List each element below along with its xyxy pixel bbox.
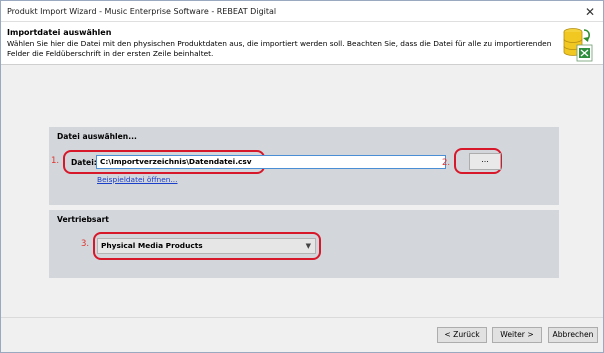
step-2-label: 2. — [442, 158, 451, 168]
wizard-content: Datei auswählen... 1. Datei: C:\Importve… — [1, 65, 603, 316]
wizard-window: Produkt Import Wizard - Music Enterprise… — [0, 0, 604, 353]
wizard-header: Importdatei auswählen Wählen Sie hier di… — [1, 21, 603, 65]
sales-type-select[interactable]: Physical Media Products ▼ — [97, 238, 316, 254]
next-button[interactable]: Weiter > — [492, 327, 542, 343]
file-label: Datei: — [71, 158, 97, 167]
sales-type-value: Physical Media Products — [101, 241, 203, 250]
database-file-icon — [563, 28, 593, 62]
cancel-button[interactable]: Abbrechen — [548, 327, 598, 343]
sales-section: Vertriebsart 3. Physical Media Products … — [49, 210, 559, 278]
sales-section-title: Vertriebsart — [57, 215, 109, 224]
chevron-down-icon: ▼ — [305, 242, 311, 250]
title-bar: Produkt Import Wizard - Music Enterprise… — [1, 1, 603, 21]
file-section-title: Datei auswählen... — [57, 132, 137, 141]
back-button[interactable]: < Zurück — [437, 327, 487, 343]
file-path-input[interactable]: C:\Importverzeichnis\Datendatei.csv — [96, 155, 446, 169]
file-section: Datei auswählen... 1. Datei: C:\Importve… — [49, 127, 559, 205]
window-title: Produkt Import Wizard - Music Enterprise… — [7, 7, 277, 16]
close-button[interactable]: ✕ — [583, 5, 597, 19]
step-3-label: 3. — [81, 239, 90, 249]
step-1-label: 1. — [51, 156, 60, 166]
browse-button[interactable]: ... — [469, 153, 501, 170]
wizard-footer: < Zurück Weiter > Abbrechen — [1, 318, 603, 352]
sample-file-link[interactable]: Beispieldatei öffnen... — [97, 175, 178, 184]
header-description: Wählen Sie hier die Datei mit den physis… — [7, 39, 552, 58]
header-title: Importdatei auswählen — [7, 28, 112, 37]
